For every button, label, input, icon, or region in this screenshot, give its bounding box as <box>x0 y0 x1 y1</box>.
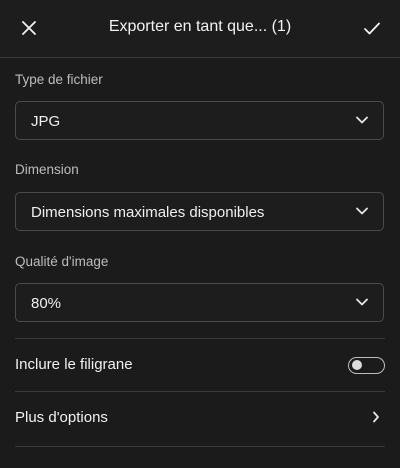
chevron-right-icon <box>373 411 379 423</box>
file-type-select[interactable]: JPG <box>15 101 384 140</box>
dialog-header: Exporter en tant que... (1) <box>0 0 400 58</box>
dialog-title: Exporter en tant que... (1) <box>108 18 292 35</box>
quality-value: 80% <box>31 295 62 312</box>
confirm-button[interactable] <box>358 15 386 41</box>
chevron-down-icon <box>356 116 368 124</box>
quality-select[interactable]: 80% <box>15 283 384 322</box>
divider <box>15 446 385 447</box>
dimension-value: Dimensions maximales disponibles <box>31 204 265 221</box>
file-type-label: Type de fichier <box>15 72 103 87</box>
watermark-row: Inclure le filigrane <box>0 339 400 391</box>
more-options-label: Plus d'options <box>15 409 108 426</box>
more-options-row[interactable]: Plus d'options <box>0 392 400 444</box>
watermark-label: Inclure le filigrane <box>15 356 133 373</box>
checkmark-icon <box>364 22 380 34</box>
dimension-select[interactable]: Dimensions maximales disponibles <box>15 192 384 231</box>
quality-label: Qualité d'image <box>15 254 109 269</box>
file-type-value: JPG <box>31 113 61 130</box>
dimension-label: Dimension <box>15 162 79 177</box>
toggle-knob <box>352 360 362 370</box>
watermark-toggle[interactable] <box>348 357 385 374</box>
chevron-down-icon <box>356 207 368 215</box>
chevron-down-icon <box>356 298 368 306</box>
